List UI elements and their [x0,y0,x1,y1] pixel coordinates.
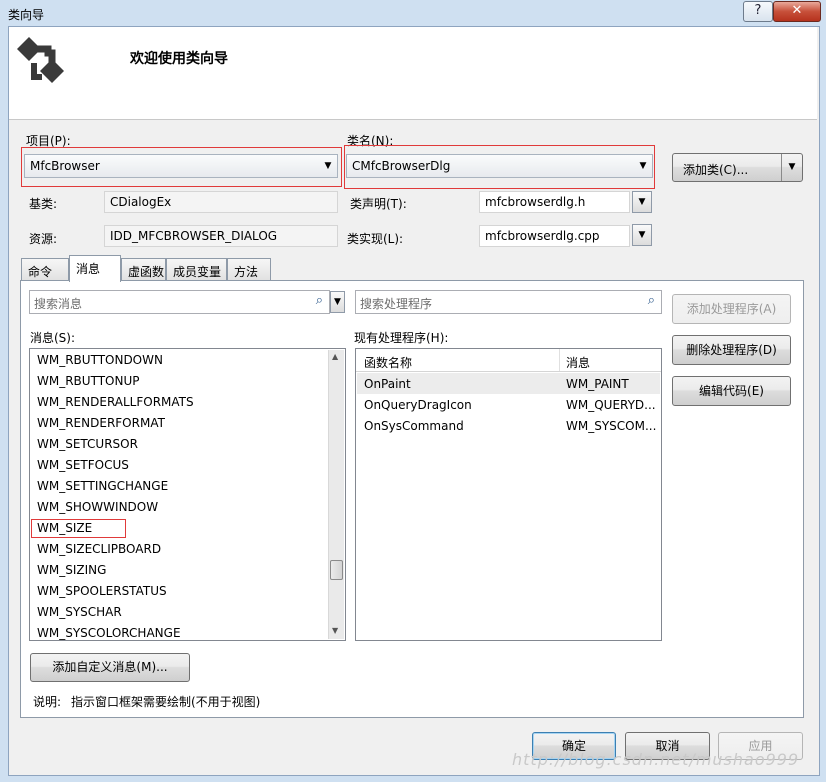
close-icon: ✕ [791,3,803,18]
tab-messages[interactable]: 消息 [69,255,121,282]
message-search-dropdown[interactable]: ▼ [330,291,345,313]
resource-label: 资源: [29,232,58,246]
handler-message-name: WM_QUERYD... [566,398,656,412]
list-item[interactable]: WM_RENDERFORMAT [37,416,165,430]
list-item[interactable]: WM_SETFOCUS [37,458,129,472]
search-icon[interactable]: ⌕ [648,293,655,308]
column-divider[interactable] [559,349,560,371]
column-header-message[interactable]: 消息 [566,354,590,371]
table-row[interactable]: OnQueryDragIcon WM_QUERYD... [357,394,660,415]
base-class-label: 基类: [29,197,58,211]
description-label: 说明: [33,695,62,709]
list-item[interactable]: WM_SIZING [37,563,106,577]
add-class-label: 添加类(C)... [683,163,749,177]
close-button[interactable]: ✕ [773,1,821,22]
message-search-placeholder: 搜索消息 [34,297,83,311]
base-class-field: CDialogEx [104,191,338,213]
handler-message-name: WM_SYSCOM... [566,419,657,433]
classname-highlight-box [344,145,655,189]
handler-function-name: OnPaint [364,377,411,391]
edit-code-button[interactable]: 编辑代码(E) [672,376,791,406]
list-item[interactable]: WM_SHOWWINDOW [37,500,158,514]
declaration-label: 类声明(T): [350,197,407,211]
handler-message-name: WM_PAINT [566,377,629,391]
project-highlight-box [21,147,342,187]
handler-function-name: OnSysCommand [364,419,464,433]
list-item[interactable]: WM_RENDERALLFORMATS [37,395,194,409]
implementation-dropdown-button[interactable]: ▼ [632,224,652,246]
class-wizard-logo-icon [12,33,68,89]
wm-size-highlight-box [31,519,126,538]
implementation-field[interactable]: mfcbrowserdlg.cpp [479,225,630,247]
list-item[interactable]: WM_SETCURSOR [37,437,138,451]
chevron-down-icon[interactable]: ▼ [781,154,802,181]
help-button[interactable]: ? [743,1,773,22]
list-item[interactable]: WM_SPOOLERSTATUS [37,584,167,598]
handler-function-name: OnQueryDragIcon [364,398,472,412]
list-item[interactable]: WM_SYSCHAR [37,605,122,619]
chevron-down-icon: ▼ [638,230,646,240]
handlers-list-label: 现有处理程序(H): [354,331,449,345]
message-search-input[interactable]: 搜索消息 ⌕ [29,290,330,314]
add-handler-button[interactable]: 添加处理程序(A) [672,294,791,324]
column-header-function[interactable]: 函数名称 [364,354,412,371]
chevron-down-icon: ▼ [638,197,646,207]
list-item[interactable]: WM_SYSCOLORCHANGE [37,626,181,640]
handler-search-input[interactable]: 搜索处理程序 ⌕ [355,290,662,314]
implementation-label: 类实现(L): [347,232,404,246]
list-item[interactable]: WM_SIZECLIPBOARD [37,542,161,556]
list-item[interactable]: WM_RBUTTONDOWN [37,353,163,367]
declaration-field[interactable]: mfcbrowserdlg.h [479,191,630,213]
table-row[interactable]: OnSysCommand WM_SYSCOM... [357,415,660,436]
banner-title: 欢迎使用类向导 [130,51,228,67]
implementation-value: mfcbrowserdlg.cpp [485,229,600,243]
list-item[interactable]: WM_SETTINGCHANGE [37,479,168,493]
tab-methods[interactable]: 方法 [227,258,271,280]
messages-list[interactable]: WM_RBUTTONDOWN WM_RBUTTONUP WM_RENDERALL… [29,348,346,641]
scroll-down-icon[interactable]: ▼ [332,626,338,635]
delete-handler-button[interactable]: 删除处理程序(D) [672,335,791,365]
messages-list-label: 消息(S): [30,331,76,345]
window-title: 类向导 [8,8,45,22]
messages-scrollbar[interactable]: ▲ ▼ [328,350,344,639]
declaration-value: mfcbrowserdlg.h [485,195,586,209]
base-class-value: CDialogEx [110,195,172,209]
resource-value: IDD_MFCBROWSER_DIALOG [110,229,278,243]
wizard-banner [9,27,817,120]
declaration-dropdown-button[interactable]: ▼ [632,191,652,213]
add-custom-message-button[interactable]: 添加自定义消息(M)... [30,653,190,682]
handlers-table-header: 函数名称 消息 [356,349,661,372]
handlers-table[interactable]: 函数名称 消息 OnPaint WM_PAINT OnQueryDragIcon… [355,348,662,641]
description-text: 指示窗口框架需要绘制(不用于视图) [71,695,261,709]
search-icon[interactable]: ⌕ [316,293,323,308]
tab-virtual-functions[interactable]: 虚函数 [121,258,166,280]
handler-search-placeholder: 搜索处理程序 [360,297,433,311]
scrollbar-thumb[interactable] [330,560,343,580]
list-item[interactable]: WM_RBUTTONUP [37,374,139,388]
chevron-down-icon: ▼ [334,297,341,307]
scroll-up-icon[interactable]: ▲ [332,352,338,361]
tab-commands[interactable]: 命令 [21,258,69,280]
table-row-selected[interactable]: OnPaint WM_PAINT [357,373,660,394]
tab-member-variables[interactable]: 成员变量 [166,258,227,280]
add-class-button[interactable]: 添加类(C)... ▼ [672,153,803,182]
watermark: http://blog.csdn.net/mushao999 [512,750,800,769]
resource-field: IDD_MFCBROWSER_DIALOG [104,225,338,247]
